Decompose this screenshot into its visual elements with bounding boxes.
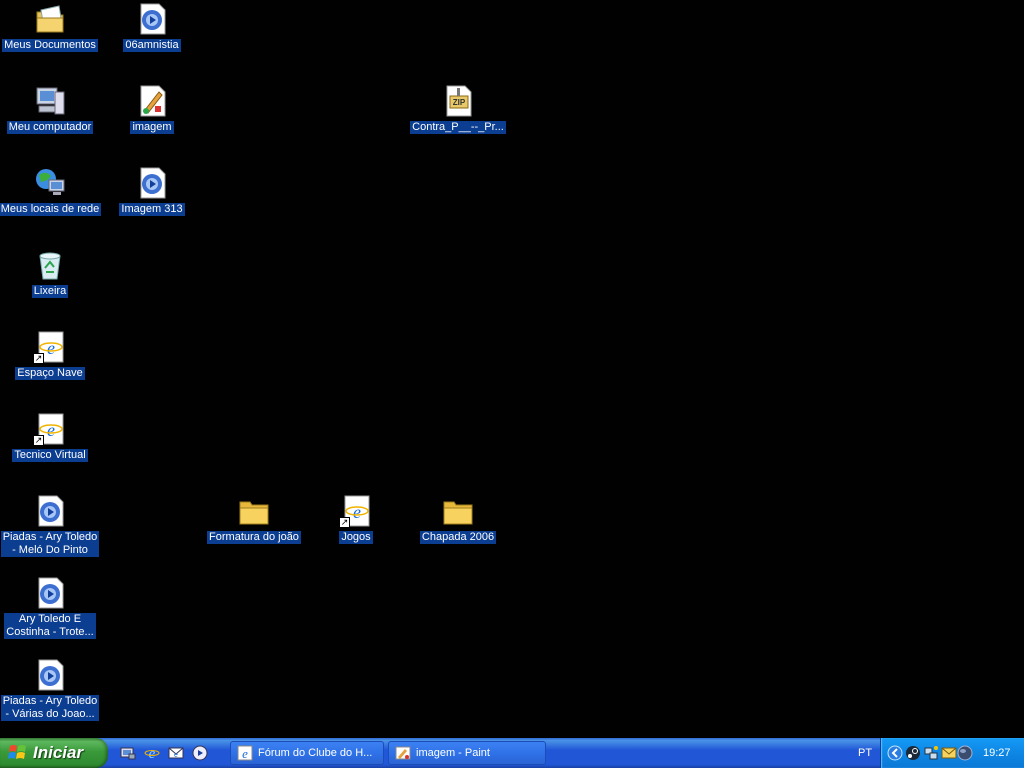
desktop-icon-meus-documentos[interactable]: Meus Documentos [0, 2, 102, 52]
desktop-icon-jogos[interactable]: e ↗ Jogos [304, 494, 408, 544]
media-file-icon [135, 2, 169, 36]
desktop-icon-lixeira[interactable]: Lixeira [0, 248, 102, 298]
my-computer-icon [33, 84, 67, 118]
desktop-icon-label: Meu computador [6, 121, 94, 134]
desktop-icon-imagem-313[interactable]: Imagem 313 [100, 166, 204, 216]
desktop-icon-label: Piadas - Ary Toledo - Meló Do Pinto [0, 531, 100, 557]
steam-icon[interactable] [905, 745, 921, 761]
desktop-icon-label: 06amnistia [123, 39, 181, 52]
desktop-icon-label: Lixeira [31, 285, 69, 298]
recycle-bin-icon [33, 248, 67, 282]
desktop-icon-chapada-2006[interactable]: Chapada 2006 [406, 494, 510, 544]
folder-icon [237, 494, 271, 528]
media-file-icon [135, 166, 169, 200]
system-tray: 19:27 [880, 738, 1024, 768]
desktop-icon-contra-zip[interactable]: ZIP Contra_P__--_Pr... [406, 84, 510, 134]
desktop-icon-piadas-melo[interactable]: Piadas - Ary Toledo - Meló Do Pinto [0, 494, 102, 557]
desktop-icon-tecnico-virtual[interactable]: e ↗ Tecnico Virtual [0, 412, 102, 462]
svg-text:e: e [149, 746, 156, 761]
desktop-icon-label: Meus locais de rede [0, 203, 102, 216]
show-hidden-icons-chevron-icon[interactable] [887, 745, 903, 761]
folder-icon [441, 494, 475, 528]
desktop-icon-label: Piadas - Ary Toledo - Várias do Joao... [0, 695, 100, 721]
desktop-icon-formatura-do-joao[interactable]: Formatura do joão [202, 494, 306, 544]
desktop-icon-label: Formatura do joão [207, 531, 301, 544]
svg-text:e: e [174, 752, 178, 759]
internet-explorer-icon: e [237, 745, 253, 761]
svg-text:e: e [353, 502, 361, 522]
internet-shortcut-icon: e ↗ [33, 412, 67, 446]
media-file-icon [33, 576, 67, 610]
clock[interactable]: 19:27 [983, 738, 1011, 768]
desktop-icon-piadas-varias[interactable]: Piadas - Ary Toledo - Várias do Joao... [0, 658, 102, 721]
media-file-icon [33, 494, 67, 528]
internet-shortcut-icon: e ↗ [339, 494, 373, 528]
desktop-icon-imagem[interactable]: imagem [100, 84, 204, 134]
zip-file-icon: ZIP [441, 84, 475, 118]
start-label: Iniciar [33, 743, 84, 762]
network-activity-icon[interactable] [923, 745, 939, 761]
taskbar-item-forum[interactable]: e Fórum do Clube do H... [230, 741, 384, 765]
desktop-icon-label: Jogos [339, 531, 373, 544]
windows-logo-icon [8, 745, 26, 759]
outlook-express-icon[interactable]: e [166, 743, 186, 763]
taskbar-item-paint[interactable]: imagem - Paint [388, 741, 546, 765]
taskbar: Iniciar e e e Fórum do Clube do H... ima… [0, 738, 1024, 768]
svg-text:e: e [47, 420, 55, 440]
volume-globe-icon[interactable] [957, 745, 973, 761]
desktop-icon-label: Contra_P__--_Pr... [410, 121, 506, 134]
start-button[interactable]: Iniciar [0, 738, 108, 768]
desktop-icon-label: Meus Documentos [2, 39, 98, 52]
paint-icon [395, 746, 411, 760]
desktop-icon-label: Ary Toledo E Costinha - Trote... [4, 613, 96, 639]
language-indicator[interactable]: PT [858, 738, 872, 768]
security-center-icon[interactable] [941, 745, 957, 761]
desktop-icon-espaco-nave[interactable]: e ↗ Espaço Nave [0, 330, 102, 380]
network-places-icon [33, 166, 67, 200]
shortcut-arrow-icon: ↗ [33, 435, 44, 446]
svg-text:ZIP: ZIP [453, 98, 466, 107]
desktop-icon-meus-locais-de-rede[interactable]: Meus locais de rede [0, 166, 102, 216]
taskbar-item-label: Fórum do Clube do H... [258, 747, 373, 759]
shortcut-arrow-icon: ↗ [33, 353, 44, 364]
my-documents-icon [33, 2, 67, 36]
taskbar-item-label: imagem - Paint [416, 747, 490, 759]
internet-shortcut-icon: e ↗ [33, 330, 67, 364]
desktop-icon-meu-computador[interactable]: Meu computador [0, 84, 102, 134]
media-file-icon [33, 658, 67, 692]
svg-text:e: e [242, 746, 248, 761]
internet-explorer-icon[interactable]: e [142, 743, 162, 763]
desktop-icon-label: Chapada 2006 [419, 531, 497, 544]
desktop-icon-label: Tecnico Virtual [12, 449, 88, 462]
desktop-icon-label: imagem [130, 121, 174, 134]
desktop-icon-06amnistia[interactable]: 06amnistia [100, 2, 204, 52]
svg-text:e: e [47, 338, 55, 358]
desktop-icon-label: Espaço Nave [15, 367, 85, 380]
desktop[interactable]: Meus Documentos Meu computador Meus loca… [0, 0, 1024, 738]
desktop-icon-label: Imagem 313 [119, 203, 185, 216]
shortcut-arrow-icon: ↗ [339, 517, 350, 528]
show-desktop-icon[interactable] [118, 743, 138, 763]
quick-launch: e e [118, 743, 210, 763]
paint-image-icon [135, 84, 169, 118]
media-player-icon[interactable] [190, 743, 210, 763]
desktop-icon-ary-toledo-costinha[interactable]: Ary Toledo E Costinha - Trote... [0, 576, 102, 639]
